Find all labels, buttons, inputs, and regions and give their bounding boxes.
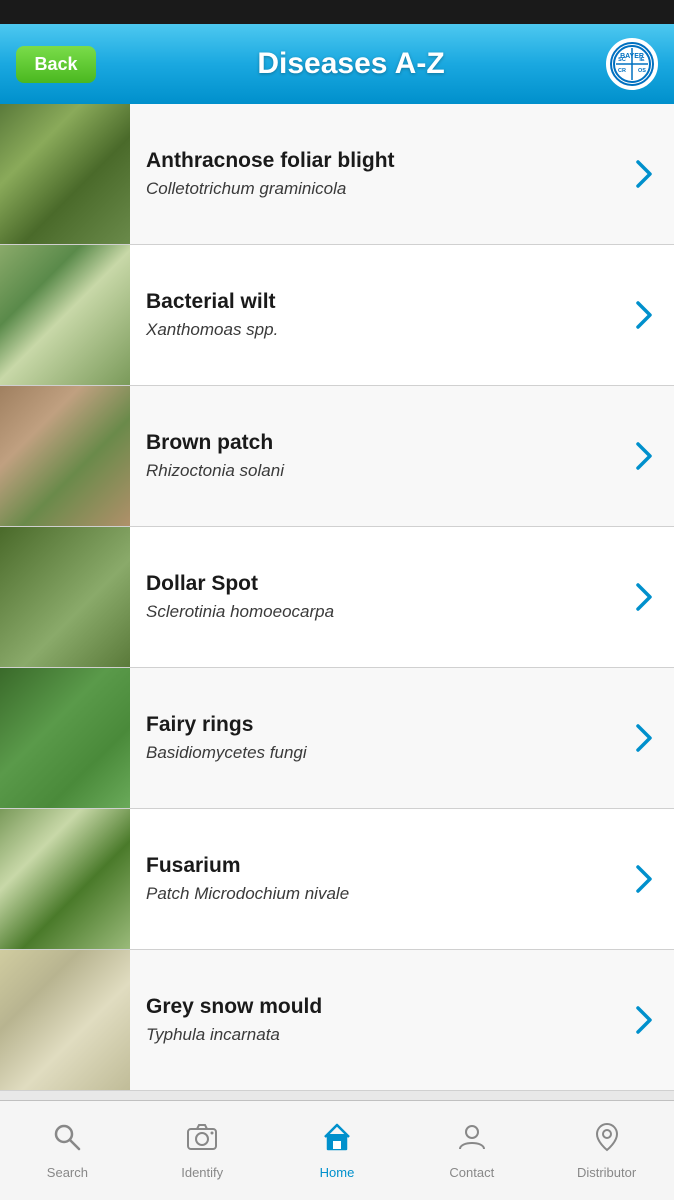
disease-arrow-brown-patch [634,386,674,526]
tab-search[interactable]: Search [0,1101,135,1200]
bayer-logo: BAYER CR OS SC IE [606,38,658,90]
camera-icon [186,1121,218,1159]
disease-name-grey-snow: Grey snow mould [146,995,618,1019]
disease-image-grey-snow [0,950,130,1090]
disease-arrow-grey-snow [634,950,674,1090]
disease-list: Anthracnose foliar blight Colletotrichum… [0,104,674,1100]
page-title: Diseases A-Z [96,47,606,81]
disease-arrow-bacterial-wilt [634,245,674,385]
svg-text:OS: OS [638,68,646,74]
tab-home[interactable]: Home [270,1101,405,1200]
disease-image-bacterial-wilt [0,245,130,385]
disease-content-bacterial-wilt: Bacterial wilt Xanthomoas spp. [130,245,634,385]
disease-item-brown-patch[interactable]: Brown patch Rhizoctonia solani [0,386,674,527]
disease-content-grey-snow: Grey snow mould Typhula incarnata [130,950,634,1090]
disease-image-dollar-spot [0,527,130,667]
back-button[interactable]: Back [16,46,96,83]
disease-content-dollar-spot: Dollar Spot Sclerotinia homoeocarpa [130,527,634,667]
disease-item-anthracnose[interactable]: Anthracnose foliar blight Colletotrichum… [0,104,674,245]
tab-contact-label: Contact [449,1165,494,1180]
disease-content-fusarium: Fusarium Patch Microdochium nivale [130,809,634,949]
disease-image-fusarium [0,809,130,949]
bayer-logo-inner: BAYER CR OS SC IE [610,42,654,86]
disease-content-anthracnose: Anthracnose foliar blight Colletotrichum… [130,104,634,244]
tab-home-label: Home [320,1165,355,1180]
disease-scientific-dollar-spot: Sclerotinia homoeocarpa [146,602,618,622]
tab-search-label: Search [47,1165,88,1180]
distributor-icon [591,1121,623,1159]
tab-identify-label: Identify [181,1165,223,1180]
tab-contact[interactable]: Contact [404,1101,539,1200]
disease-item-bacterial-wilt[interactable]: Bacterial wilt Xanthomoas spp. [0,245,674,386]
disease-name-brown-patch: Brown patch [146,431,618,455]
disease-scientific-anthracnose: Colletotrichum graminicola [146,179,618,199]
svg-text:SC: SC [618,57,626,63]
disease-arrow-dollar-spot [634,527,674,667]
disease-scientific-fairy-rings: Basidiomycetes fungi [146,743,618,763]
status-bar [0,0,674,24]
disease-scientific-brown-patch: Rhizoctonia solani [146,461,618,481]
tab-distributor[interactable]: Distributor [539,1101,674,1200]
back-label: Back [34,54,77,74]
disease-item-fairy-rings[interactable]: Fairy rings Basidiomycetes fungi [0,668,674,809]
disease-name-fusarium: Fusarium [146,854,618,878]
disease-image-anthracnose [0,104,130,244]
disease-content-brown-patch: Brown patch Rhizoctonia solani [130,386,634,526]
tab-identify[interactable]: Identify [135,1101,270,1200]
disease-name-dollar-spot: Dollar Spot [146,572,618,596]
disease-name-bacterial-wilt: Bacterial wilt [146,290,618,314]
header: Back Diseases A-Z BAYER CR OS SC IE [0,24,674,104]
disease-arrow-fusarium [634,809,674,949]
disease-scientific-grey-snow: Typhula incarnata [146,1025,618,1045]
disease-item-grey-snow[interactable]: Grey snow mould Typhula incarnata [0,950,674,1091]
disease-item-dollar-spot[interactable]: Dollar Spot Sclerotinia homoeocarpa [0,527,674,668]
svg-text:IE: IE [639,57,645,63]
svg-text:CR: CR [618,68,626,74]
contact-icon [456,1121,488,1159]
disease-item-fusarium[interactable]: Fusarium Patch Microdochium nivale [0,809,674,950]
search-icon [51,1121,83,1159]
disease-scientific-fusarium: Patch Microdochium nivale [146,884,618,904]
disease-image-brown-patch [0,386,130,526]
tab-bar: Search Identify Home [0,1100,674,1200]
disease-name-fairy-rings: Fairy rings [146,713,618,737]
home-icon [321,1121,353,1159]
tab-distributor-label: Distributor [577,1165,636,1180]
disease-name-anthracnose: Anthracnose foliar blight [146,149,618,173]
disease-arrow-fairy-rings [634,668,674,808]
disease-content-fairy-rings: Fairy rings Basidiomycetes fungi [130,668,634,808]
disease-arrow-anthracnose [634,104,674,244]
disease-image-fairy-rings [0,668,130,808]
disease-scientific-bacterial-wilt: Xanthomoas spp. [146,320,618,340]
